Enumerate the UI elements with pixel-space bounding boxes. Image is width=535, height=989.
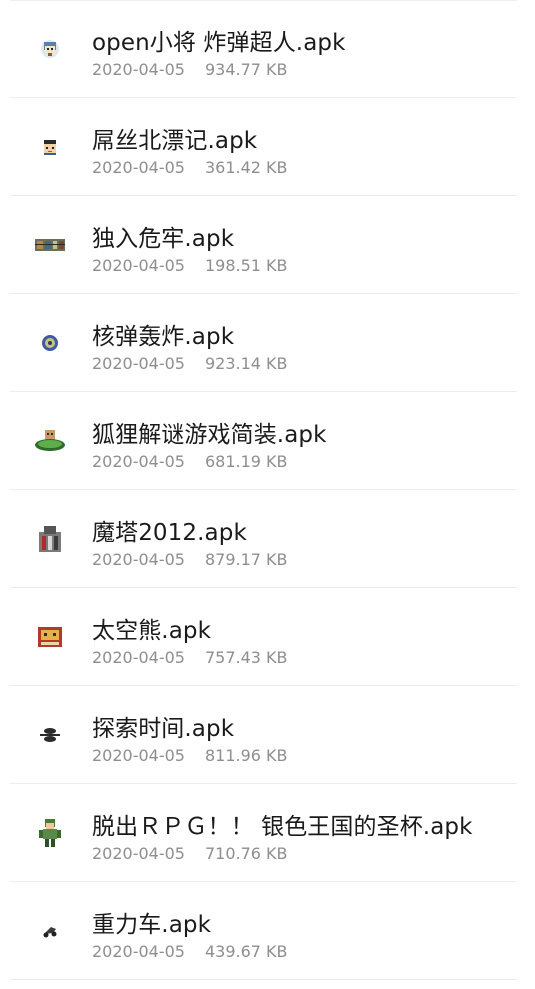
file-row[interactable]: open小将 炸弹超人.apk 2020-04-05 934.77 KB xyxy=(0,0,535,98)
file-date: 2020-04-05 xyxy=(92,60,185,79)
space-bear-icon xyxy=(30,617,70,657)
nuke-globe-icon xyxy=(30,323,70,363)
file-row[interactable]: 脱出ＲＰＧ！！ 银色王国的圣杯.apk 2020-04-05 710.76 KB xyxy=(0,784,535,882)
file-date: 2020-04-05 xyxy=(92,942,185,961)
rpg-soldier-icon xyxy=(30,813,70,853)
file-meta: 2020-04-05 811.96 KB xyxy=(92,746,288,765)
file-date: 2020-04-05 xyxy=(92,844,185,863)
file-size: 710.76 KB xyxy=(204,844,288,863)
file-meta: 2020-04-05 681.19 KB xyxy=(92,452,288,471)
file-size: 198.51 KB xyxy=(204,256,288,275)
bomberman-icon xyxy=(30,29,70,69)
fox-puzzle-icon xyxy=(30,421,70,461)
file-row[interactable]: 独入危牢.apk 2020-04-05 198.51 KB xyxy=(0,196,535,294)
file-row[interactable]: 魔塔2012.apk 2020-04-05 879.17 KB xyxy=(0,490,535,588)
file-name: 屌丝北漂记.apk xyxy=(92,128,258,154)
file-name: 重力车.apk xyxy=(92,912,212,938)
file-date: 2020-04-05 xyxy=(92,746,185,765)
file-size: 439.67 KB xyxy=(204,942,288,961)
file-meta: 2020-04-05 757.43 KB xyxy=(92,648,288,667)
file-name: 探索时间.apk xyxy=(92,716,235,742)
file-name: 脱出ＲＰＧ！！ 银色王国的圣杯.apk xyxy=(92,814,473,840)
magic-tower-icon xyxy=(30,519,70,559)
file-row[interactable]: 重力车.apk 2020-04-05 439.67 KB xyxy=(0,882,535,980)
file-name: 太空熊.apk xyxy=(92,618,212,644)
file-list: open小将 炸弹超人.apk 2020-04-05 934.77 KB 屌丝北漂… xyxy=(0,0,535,989)
file-name: open小将 炸弹超人.apk xyxy=(92,30,346,56)
file-name: 魔塔2012.apk xyxy=(92,520,247,546)
file-meta: 2020-04-05 923.14 KB xyxy=(92,354,288,373)
file-size: 934.77 KB xyxy=(204,60,288,79)
file-row[interactable]: 屌丝北漂记.apk 2020-04-05 361.42 KB xyxy=(0,98,535,196)
file-meta: 2020-04-05 439.67 KB xyxy=(92,942,288,961)
file-size: 879.17 KB xyxy=(204,550,288,569)
gravity-car-icon xyxy=(30,911,70,951)
file-size: 923.14 KB xyxy=(204,354,288,373)
file-meta: 2020-04-05 361.42 KB xyxy=(92,158,288,177)
file-size: 811.96 KB xyxy=(204,746,288,765)
file-name: 核弹轰炸.apk xyxy=(92,324,235,350)
row-divider xyxy=(10,979,517,980)
file-date: 2020-04-05 xyxy=(92,354,185,373)
file-date: 2020-04-05 xyxy=(92,452,185,471)
file-row[interactable]: 太空熊.apk 2020-04-05 757.43 KB xyxy=(0,588,535,686)
file-date: 2020-04-05 xyxy=(92,648,185,667)
file-row[interactable]: 狐狸解谜游戏简装.apk 2020-04-05 681.19 KB xyxy=(0,392,535,490)
file-meta: 2020-04-05 879.17 KB xyxy=(92,550,288,569)
file-meta: 2020-04-05 710.76 KB xyxy=(92,844,288,863)
file-date: 2020-04-05 xyxy=(92,158,185,177)
file-size: 361.42 KB xyxy=(204,158,288,177)
file-row[interactable]: 探索时间.apk 2020-04-05 811.96 KB xyxy=(0,686,535,784)
file-name: 狐狸解谜游戏简装.apk xyxy=(92,422,327,448)
file-meta: 2020-04-05 934.77 KB xyxy=(92,60,288,79)
file-row[interactable]: 核弹轰炸.apk 2020-04-05 923.14 KB xyxy=(0,294,535,392)
ufo-icon xyxy=(30,715,70,755)
file-size: 757.43 KB xyxy=(204,648,288,667)
file-date: 2020-04-05 xyxy=(92,256,185,275)
file-name: 独入危牢.apk xyxy=(92,226,235,252)
pixel-face-icon xyxy=(30,127,70,167)
file-size: 681.19 KB xyxy=(204,452,288,471)
file-meta: 2020-04-05 198.51 KB xyxy=(92,256,288,275)
file-date: 2020-04-05 xyxy=(92,550,185,569)
prison-escape-icon xyxy=(30,225,70,265)
